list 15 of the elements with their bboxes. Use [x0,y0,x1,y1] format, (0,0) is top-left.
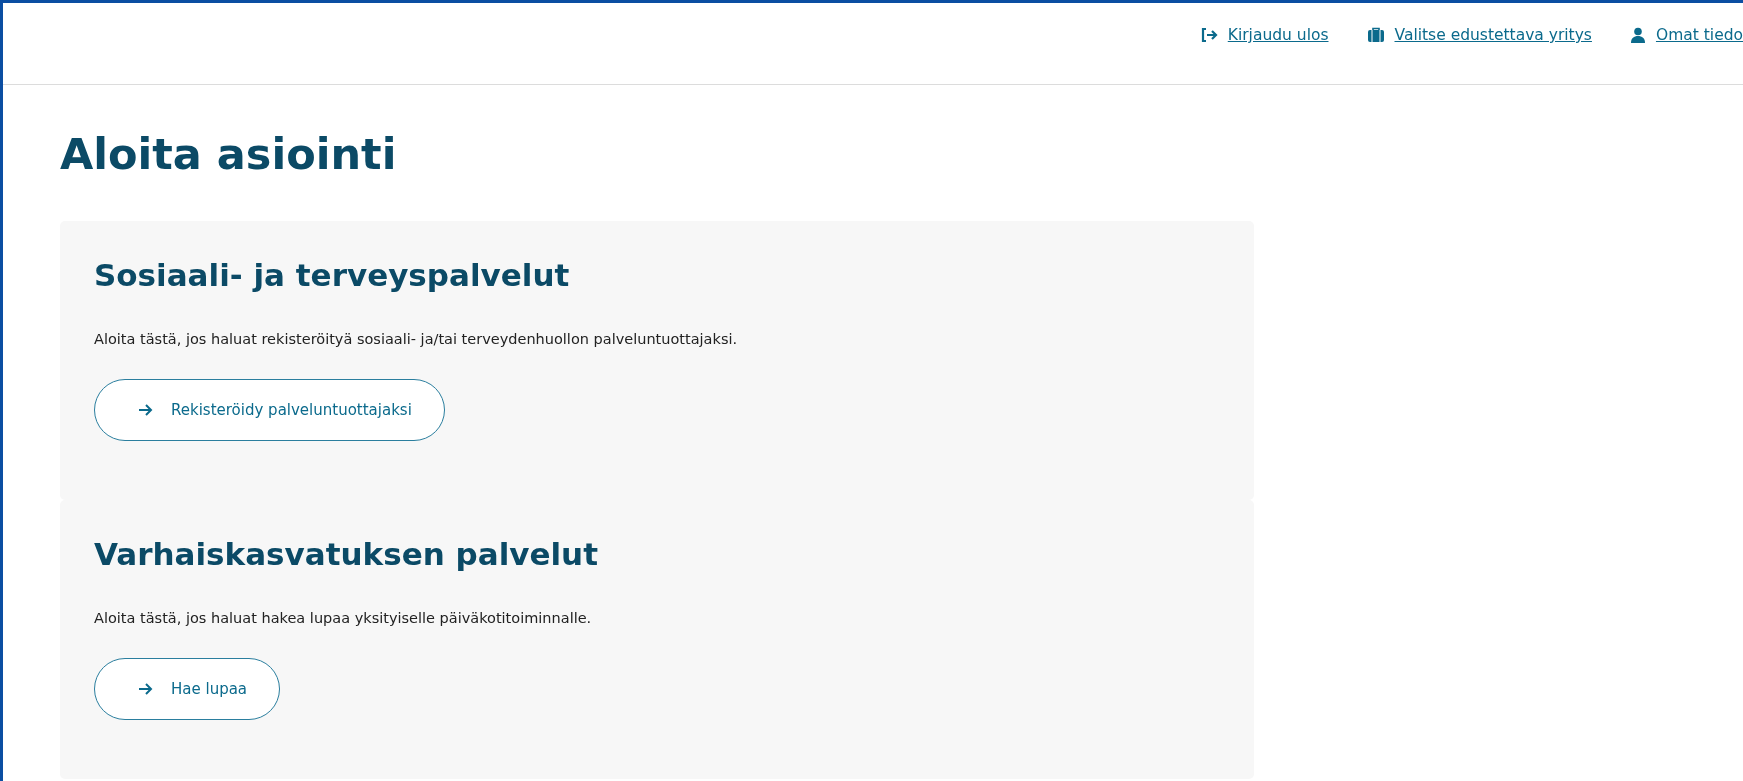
header-link[interactable]: Valitse edustettava yritys [1366,26,1592,44]
logout-icon [1199,27,1218,43]
card-title: Varhaiskasvatuksen palvelut [94,536,599,572]
start-button[interactable]: Rekisteröidy palveluntuottajaksi [94,379,445,441]
arrow-icon [139,683,153,695]
header-link[interactable]: Kirjaudu ulos [1199,26,1329,44]
header-link[interactable]: Omat tiedo [1629,26,1743,44]
user-icon [1629,27,1646,43]
card-title: Sosiaali- ja terveyspalvelut [94,257,571,293]
page-title: Aloita asiointi [60,129,398,179]
card-description: Aloita tästä, jos haluat hakea lupaa yksityiselle päiväkotitoiminnalle. [94,610,593,626]
briefcase-icon [1366,27,1385,43]
card-description: Aloita tästä, jos haluat rekisteröityä sosiaali- ja/tai terveydenhuollon palveluntuottajaksi. [94,331,739,347]
arrow-icon [139,404,153,416]
start-button[interactable]: Hae lupaa [94,658,281,720]
